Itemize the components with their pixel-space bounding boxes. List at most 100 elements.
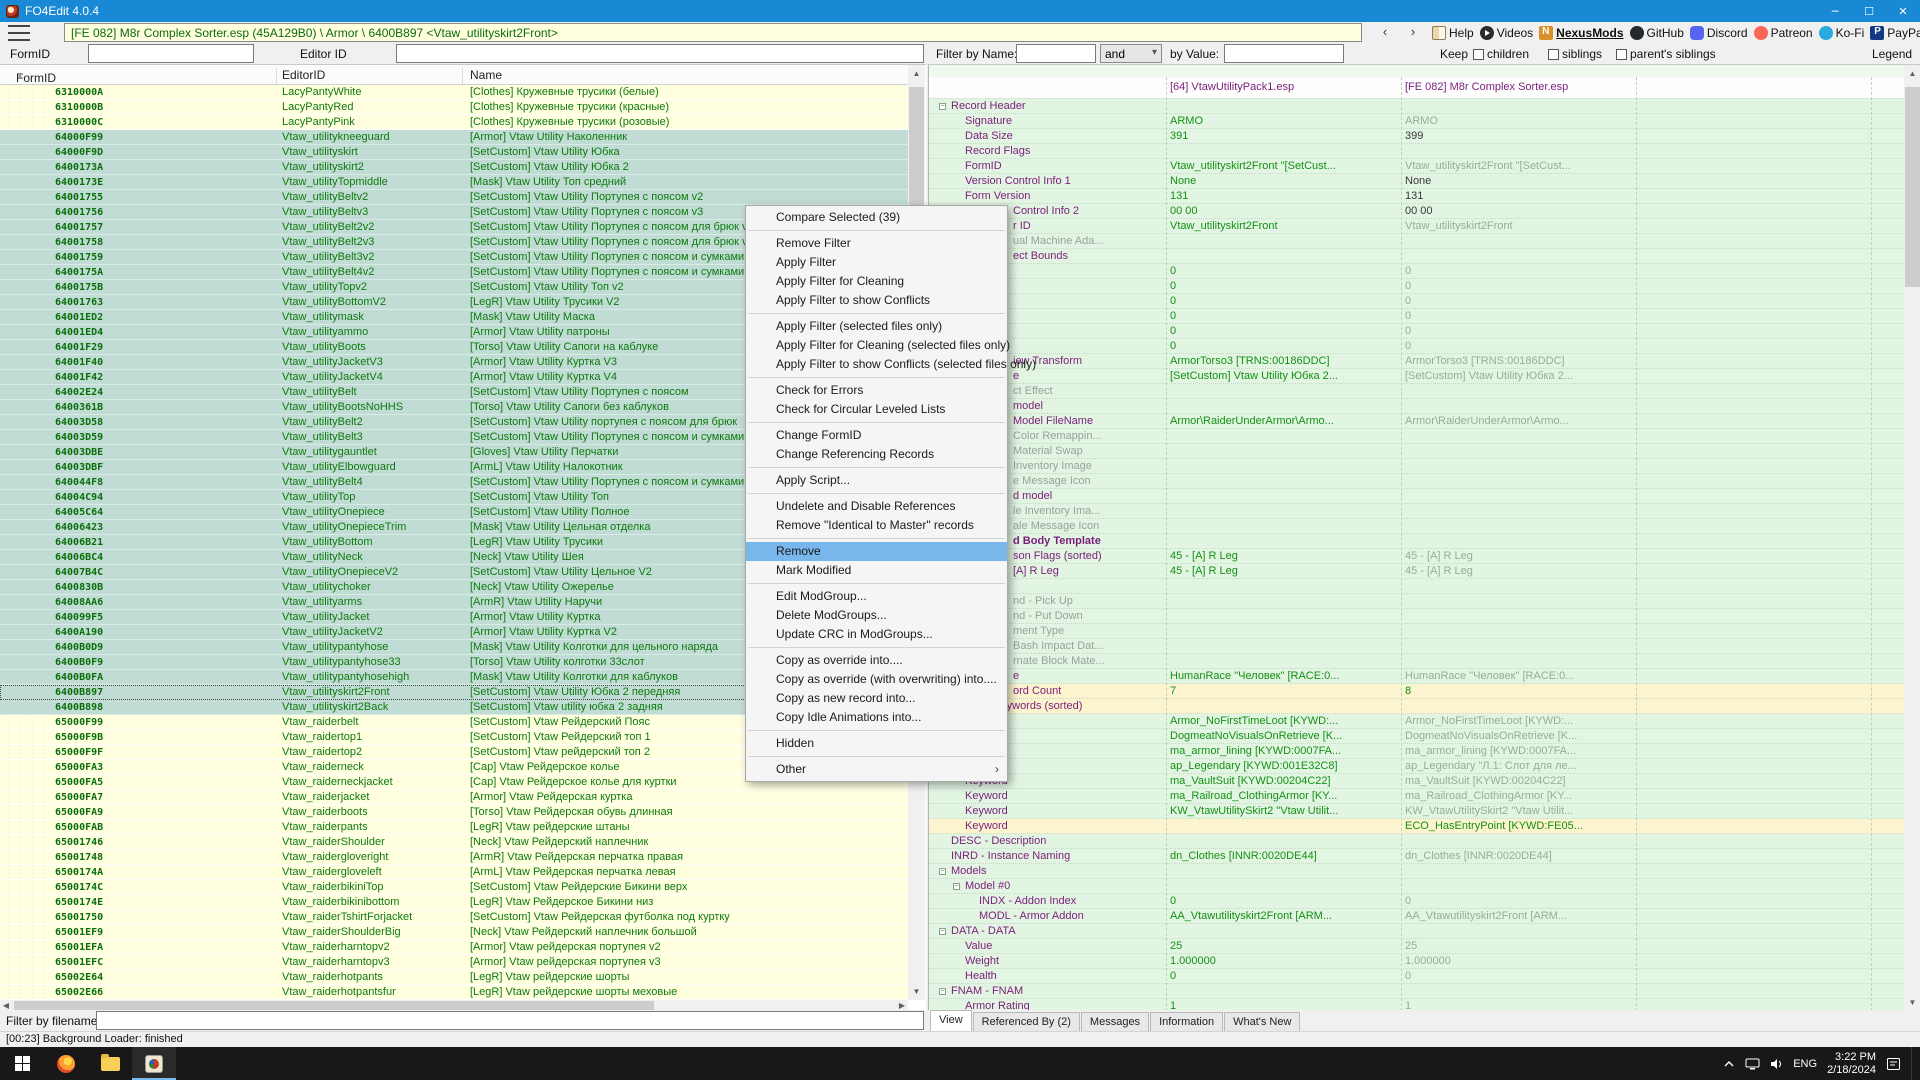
tab-messages[interactable]: Messages [1081,1012,1149,1031]
field-value-plugin2[interactable]: 0 [1405,279,1411,294]
field-row[interactable]: r IDVtaw_utilityskirt2FrontVtaw_utilitys… [929,219,1904,234]
table-row[interactable]: 65000FABVtaw_raiderpants[LegR] Vtaw рейд… [0,820,908,835]
table-row[interactable]: 65001EFCVtaw_raiderharntopv3[Armor] Vtaw… [0,955,908,970]
scroll-up-icon[interactable]: ▲ [1904,65,1920,82]
field-value-plugin1[interactable]: 0 [1170,264,1176,279]
field-value-plugin1[interactable]: Vtaw_utilityskirt2Front "[SetCust... [1170,159,1336,174]
field-row[interactable]: Bash Impact Dat... [929,639,1904,654]
formid-input[interactable] [88,44,254,63]
field-row[interactable]: Inventory Image [929,459,1904,474]
field-value-plugin2[interactable]: Armor\RaiderUnderArmor\Armo... [1405,414,1569,429]
field-row[interactable]: ale Message Icon [929,519,1904,534]
menu-item-check-for-circular-leveled-lists[interactable]: Check for Circular Leveled Lists [746,400,1007,419]
table-row[interactable]: 6310000ALacyPantyWhite[Clothes] Кружевны… [0,85,908,100]
link-paypal[interactable]: PayPal [1870,26,1920,40]
field-value-plugin2[interactable]: ma_armor_lining [KYWD:0007FA... [1405,744,1576,759]
field-value-plugin1[interactable]: 391 [1170,129,1188,144]
taskbar-fo4edit-button[interactable] [132,1047,176,1080]
field-value-plugin1[interactable]: 25 [1170,939,1182,954]
field-value-plugin2[interactable]: 131 [1405,189,1423,204]
checkbox-icon[interactable] [1473,49,1484,60]
language-indicator[interactable]: ENG [1793,1058,1817,1070]
taskbar-browser-button[interactable] [44,1047,88,1080]
field-row[interactable] [929,579,1904,594]
field-row[interactable]: INRD - Instance Namingdn_Clothes [INNR:0… [929,849,1904,864]
field-value-plugin1[interactable]: 0 [1170,279,1176,294]
field-row[interactable]: 00 [929,339,1904,354]
field-value-plugin2[interactable]: 1.000000 [1405,954,1451,969]
menu-item-remove-filter[interactable]: Remove Filter [746,234,1007,253]
table-row[interactable]: 65001746Vtaw_raiderShoulder[Neck] Vtaw Р… [0,835,908,850]
field-row[interactable]: INDX - Addon Index00 [929,894,1904,909]
menu-item-copy-idle-animations-into[interactable]: Copy Idle Animations into... [746,708,1007,727]
field-row[interactable]: Material Swap [929,444,1904,459]
field-value-plugin2[interactable]: ma_Railroad_ClothingArmor [KY... [1405,789,1572,804]
table-row[interactable]: 64000F9DVtaw_utilityskirt[SetCustom] Vta… [0,145,908,160]
table-row[interactable]: 64001755Vtaw_utilityBeltv2[SetCustom] Vt… [0,190,908,205]
table-row[interactable]: 65000FA9Vtaw_raiderboots[Torso] Vtaw Рей… [0,805,908,820]
menu-item-remove[interactable]: Remove [746,542,1007,561]
table-row[interactable]: 6310000CLacyPantyPink[Clothes] Кружевные… [0,115,908,130]
field-value-plugin2[interactable]: AA_Vtawutilityskirt2Front [ARM... [1405,909,1567,924]
field-value-plugin2[interactable]: 0 [1405,294,1411,309]
field-value-plugin1[interactable]: ma_armor_lining [KYWD:0007FA... [1170,744,1341,759]
menu-item-edit-modgroup[interactable]: Edit ModGroup... [746,587,1007,606]
menu-item-apply-filter-to-show-conflicts-selected-files-only[interactable]: Apply Filter to show Conflicts (selected… [746,355,1007,374]
field-row[interactable]: −KWDA - Keywords (sorted) [929,699,1904,714]
filter-by-name-input[interactable] [1016,44,1096,63]
field-row[interactable]: DESC - Description [929,834,1904,849]
keep-parents-siblings-checkbox[interactable]: parent's siblings [1616,47,1716,61]
field-row[interactable]: iew TransformArmorTorso3 [TRNS:00186DDC]… [929,354,1904,369]
field-value-plugin1[interactable]: 00 00 [1170,204,1198,219]
field-value-plugin1[interactable]: 7 [1170,684,1176,699]
field-row[interactable]: d Body Template [929,534,1904,549]
and-or-dropdown[interactable]: and [1100,44,1162,63]
menu-item-mark-modified[interactable]: Mark Modified [746,561,1007,580]
menu-item-compare-selected-39[interactable]: Compare Selected (39) [746,208,1007,227]
scrollbar-thumb[interactable] [1905,87,1920,287]
field-row[interactable]: SignatureARMOARMO [929,114,1904,129]
field-row[interactable]: ord Count78 [929,684,1904,699]
field-row[interactable]: MODL - Armor AddonAA_Vtawutilityskirt2Fr… [929,909,1904,924]
field-row[interactable]: −FNAM - FNAM [929,984,1904,999]
field-value-plugin2[interactable]: None [1405,174,1431,189]
field-value-plugin2[interactable]: ap_Legendary "Л.1: Слот для ле... [1405,759,1577,774]
legend-link[interactable]: Legend [1872,47,1912,61]
field-row[interactable]: eHumanRace "Человек" [RACE:0...HumanRace… [929,669,1904,684]
field-row[interactable]: ect Bounds [929,249,1904,264]
table-row[interactable]: 65002E64Vtaw_raiderhotpants[LegR] Vtaw р… [0,970,908,985]
column-header-name[interactable]: Name [470,68,502,82]
menu-item-apply-filter-for-cleaning[interactable]: Apply Filter for Cleaning [746,272,1007,291]
field-row[interactable]: [A] R Leg45 - [A] R Leg45 - [A] R Leg [929,564,1904,579]
field-value-plugin1[interactable]: HumanRace "Человек" [RACE:0... [1170,669,1339,684]
field-row[interactable]: KeywordArmor_NoFirstTimeLoot [KYWD:...Ar… [929,714,1904,729]
taskbar-clock[interactable]: 3:22 PM 2/18/2024 [1827,1051,1876,1077]
link-videos[interactable]: Videos [1480,26,1533,40]
field-row[interactable]: 00 [929,309,1904,324]
menu-item-apply-filter-for-cleaning-selected-files-only[interactable]: Apply Filter for Cleaning (selected file… [746,336,1007,355]
maximize-button[interactable]: ☐ [1852,0,1886,22]
tree-column-headers[interactable]: FormID ▲ EditorID Name [0,65,908,85]
start-button[interactable] [0,1047,44,1080]
field-value-plugin1[interactable]: DogmeatNoVisualsOnRetrieve [K... [1170,729,1342,744]
table-row[interactable]: 65002E66Vtaw_raiderhotpantsfur[LegR] Vta… [0,985,908,1000]
field-value-plugin1[interactable]: 45 - [A] R Leg [1170,549,1238,564]
field-value-plugin1[interactable]: [SetCustom] Vtaw Utility Юбка 2... [1170,369,1338,384]
field-value-plugin1[interactable]: 0 [1170,339,1176,354]
menu-item-apply-script[interactable]: Apply Script... [746,471,1007,490]
field-row[interactable]: KeywordECO_HasEntryPoint [KYWD:FE05... [929,819,1904,834]
link-nexusmods[interactable]: NexusMods [1539,26,1623,40]
checkbox-icon[interactable] [1548,49,1559,60]
collapse-icon[interactable]: − [939,928,946,935]
column-header-plugin1[interactable]: [64] VtawUtilityPack1.esp [1170,81,1294,93]
field-row[interactable]: ment Type [929,624,1904,639]
field-row[interactable]: son Flags (sorted)45 - [A] R Leg45 - [A]… [929,549,1904,564]
link-patreon[interactable]: Patreon [1754,26,1813,40]
show-desktop-button[interactable] [1911,1047,1916,1080]
collapse-icon[interactable]: − [939,988,946,995]
scroll-down-icon[interactable]: ▼ [908,983,925,1000]
table-row[interactable]: 6500174AVtaw_raidergloveleft[ArmL] Vtaw … [0,865,908,880]
menu-item-copy-as-new-record-into[interactable]: Copy as new record into... [746,689,1007,708]
field-value-plugin1[interactable]: ma_VaultSuit [KYWD:00204C22] [1170,774,1331,789]
field-value-plugin2[interactable]: 399 [1405,129,1423,144]
